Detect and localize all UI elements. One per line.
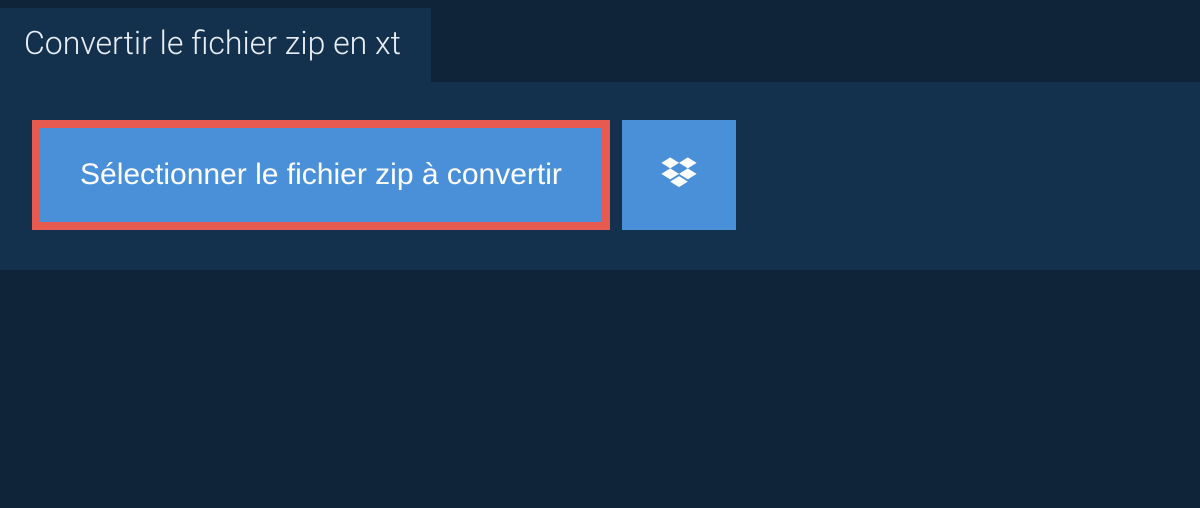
select-file-label: Sélectionner le fichier zip à convertir [80,158,562,191]
upload-panel: Sélectionner le fichier zip à convertir [0,82,1200,270]
tab-bar: Convertir le fichier zip en xt [0,8,1200,82]
select-file-button[interactable]: Sélectionner le fichier zip à convertir [40,128,602,222]
select-file-highlight: Sélectionner le fichier zip à convertir [32,120,610,230]
dropbox-button[interactable] [622,120,736,230]
dropbox-icon [657,153,701,197]
tab-convert[interactable]: Convertir le fichier zip en xt [0,8,431,82]
tab-label: Convertir le fichier zip en xt [24,24,401,62]
